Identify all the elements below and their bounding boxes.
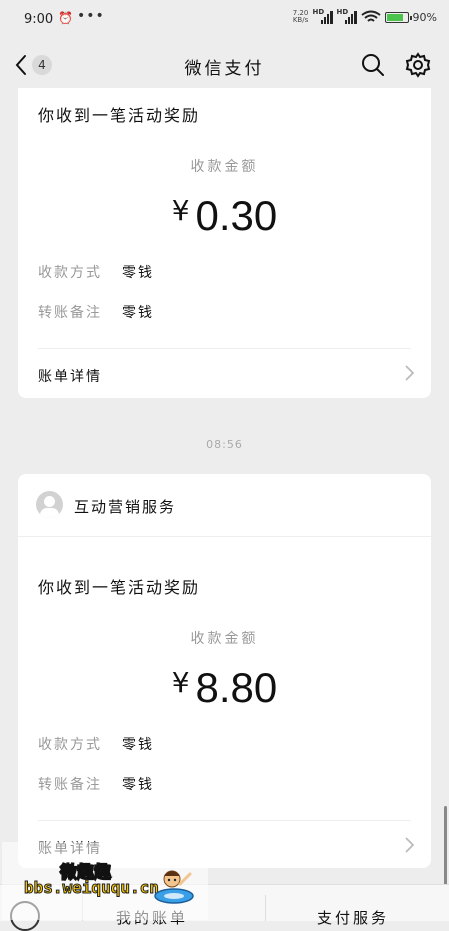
status-time: 9:00 [24, 12, 54, 27]
transfer-note-row: 转账备注 零钱 [38, 302, 154, 322]
header: 4 微信支付 [0, 42, 449, 88]
watermark-url: bbs.weiququ.cn [24, 878, 160, 898]
divider [18, 536, 431, 537]
message-timestamp: 08:56 [206, 438, 243, 451]
search-icon [362, 54, 384, 76]
amount-value: 8.80 [195, 664, 278, 711]
hd-label-2: HD [336, 8, 349, 16]
transfer-note-label: 转账备注 [38, 305, 102, 321]
payment-method-row: 收款方式 零钱 [38, 262, 154, 282]
transfer-note-value: 零钱 [122, 305, 154, 321]
signal-icon-2: HD [336, 8, 357, 24]
scrollbar[interactable] [444, 806, 447, 886]
payment-method-value: 零钱 [122, 265, 154, 281]
divider [38, 820, 411, 821]
settings-button[interactable] [404, 51, 432, 79]
hd-label: HD [312, 8, 325, 16]
status-bar: 9:00 ⏰ ••• 7.20 KB/s HD HD 90% [0, 0, 449, 42]
payment-method-label: 收款方式 [38, 737, 102, 753]
sender-name: 互动营销服务 [74, 498, 177, 516]
sender-row[interactable]: 互动营销服务 [18, 474, 431, 536]
battery-percent: 90% [412, 10, 437, 24]
card-heading: 你收到一笔活动奖励 [38, 578, 201, 597]
payment-method-row: 收款方式 零钱 [38, 734, 154, 754]
alarm-icon: ⏰ [58, 11, 73, 25]
transfer-note-value: 零钱 [122, 777, 154, 793]
card-heading: 你收到一笔活动奖励 [38, 106, 201, 125]
amount-value: 0.30 [195, 192, 278, 239]
payment-method-value: 零钱 [122, 737, 154, 753]
transfer-note-row: 转账备注 零钱 [38, 774, 154, 794]
payment-services-menu[interactable]: 支付服务 [317, 907, 389, 928]
bill-details-link[interactable]: 账单详情 [18, 350, 431, 400]
chevron-right-icon [405, 837, 415, 853]
payment-method-label: 收款方式 [38, 265, 102, 281]
more-notifications-icon: ••• [77, 8, 105, 24]
amount-label: 收款金额 [190, 159, 259, 175]
network-speed: 7.20 KB/s [293, 10, 309, 24]
watermark: 微趣趣 bbs.weiququ.cn [2, 842, 208, 920]
amount: ¥0.30 [18, 192, 431, 240]
transfer-note-label: 转账备注 [38, 777, 102, 793]
avatar [36, 491, 63, 518]
payment-card: 你收到一笔活动奖励 收款金额 ¥0.30 收款方式 零钱 转账备注 零钱 账单详情 [18, 88, 431, 398]
divider [265, 895, 266, 921]
wifi-icon [360, 10, 381, 22]
chevron-right-icon [405, 365, 415, 381]
currency-symbol: ¥ [171, 194, 190, 227]
gear-icon [405, 52, 431, 78]
search-button[interactable] [360, 52, 386, 78]
status-indicators: 7.20 KB/s HD HD 90% [293, 8, 437, 24]
divider [38, 348, 411, 349]
bill-details-label: 账单详情 [38, 369, 102, 385]
network-speed-unit: KB/s [292, 16, 309, 24]
mascot-icon [154, 870, 194, 904]
amount: ¥8.80 [18, 664, 431, 712]
battery-icon [384, 11, 412, 23]
amount-label: 收款金额 [190, 631, 259, 647]
currency-symbol: ¥ [171, 666, 190, 699]
payment-card-2: 互动营销服务 你收到一笔活动奖励 收款金额 ¥8.80 收款方式 零钱 转账备注零… [18, 474, 431, 868]
signal-icon: HD [312, 8, 333, 24]
